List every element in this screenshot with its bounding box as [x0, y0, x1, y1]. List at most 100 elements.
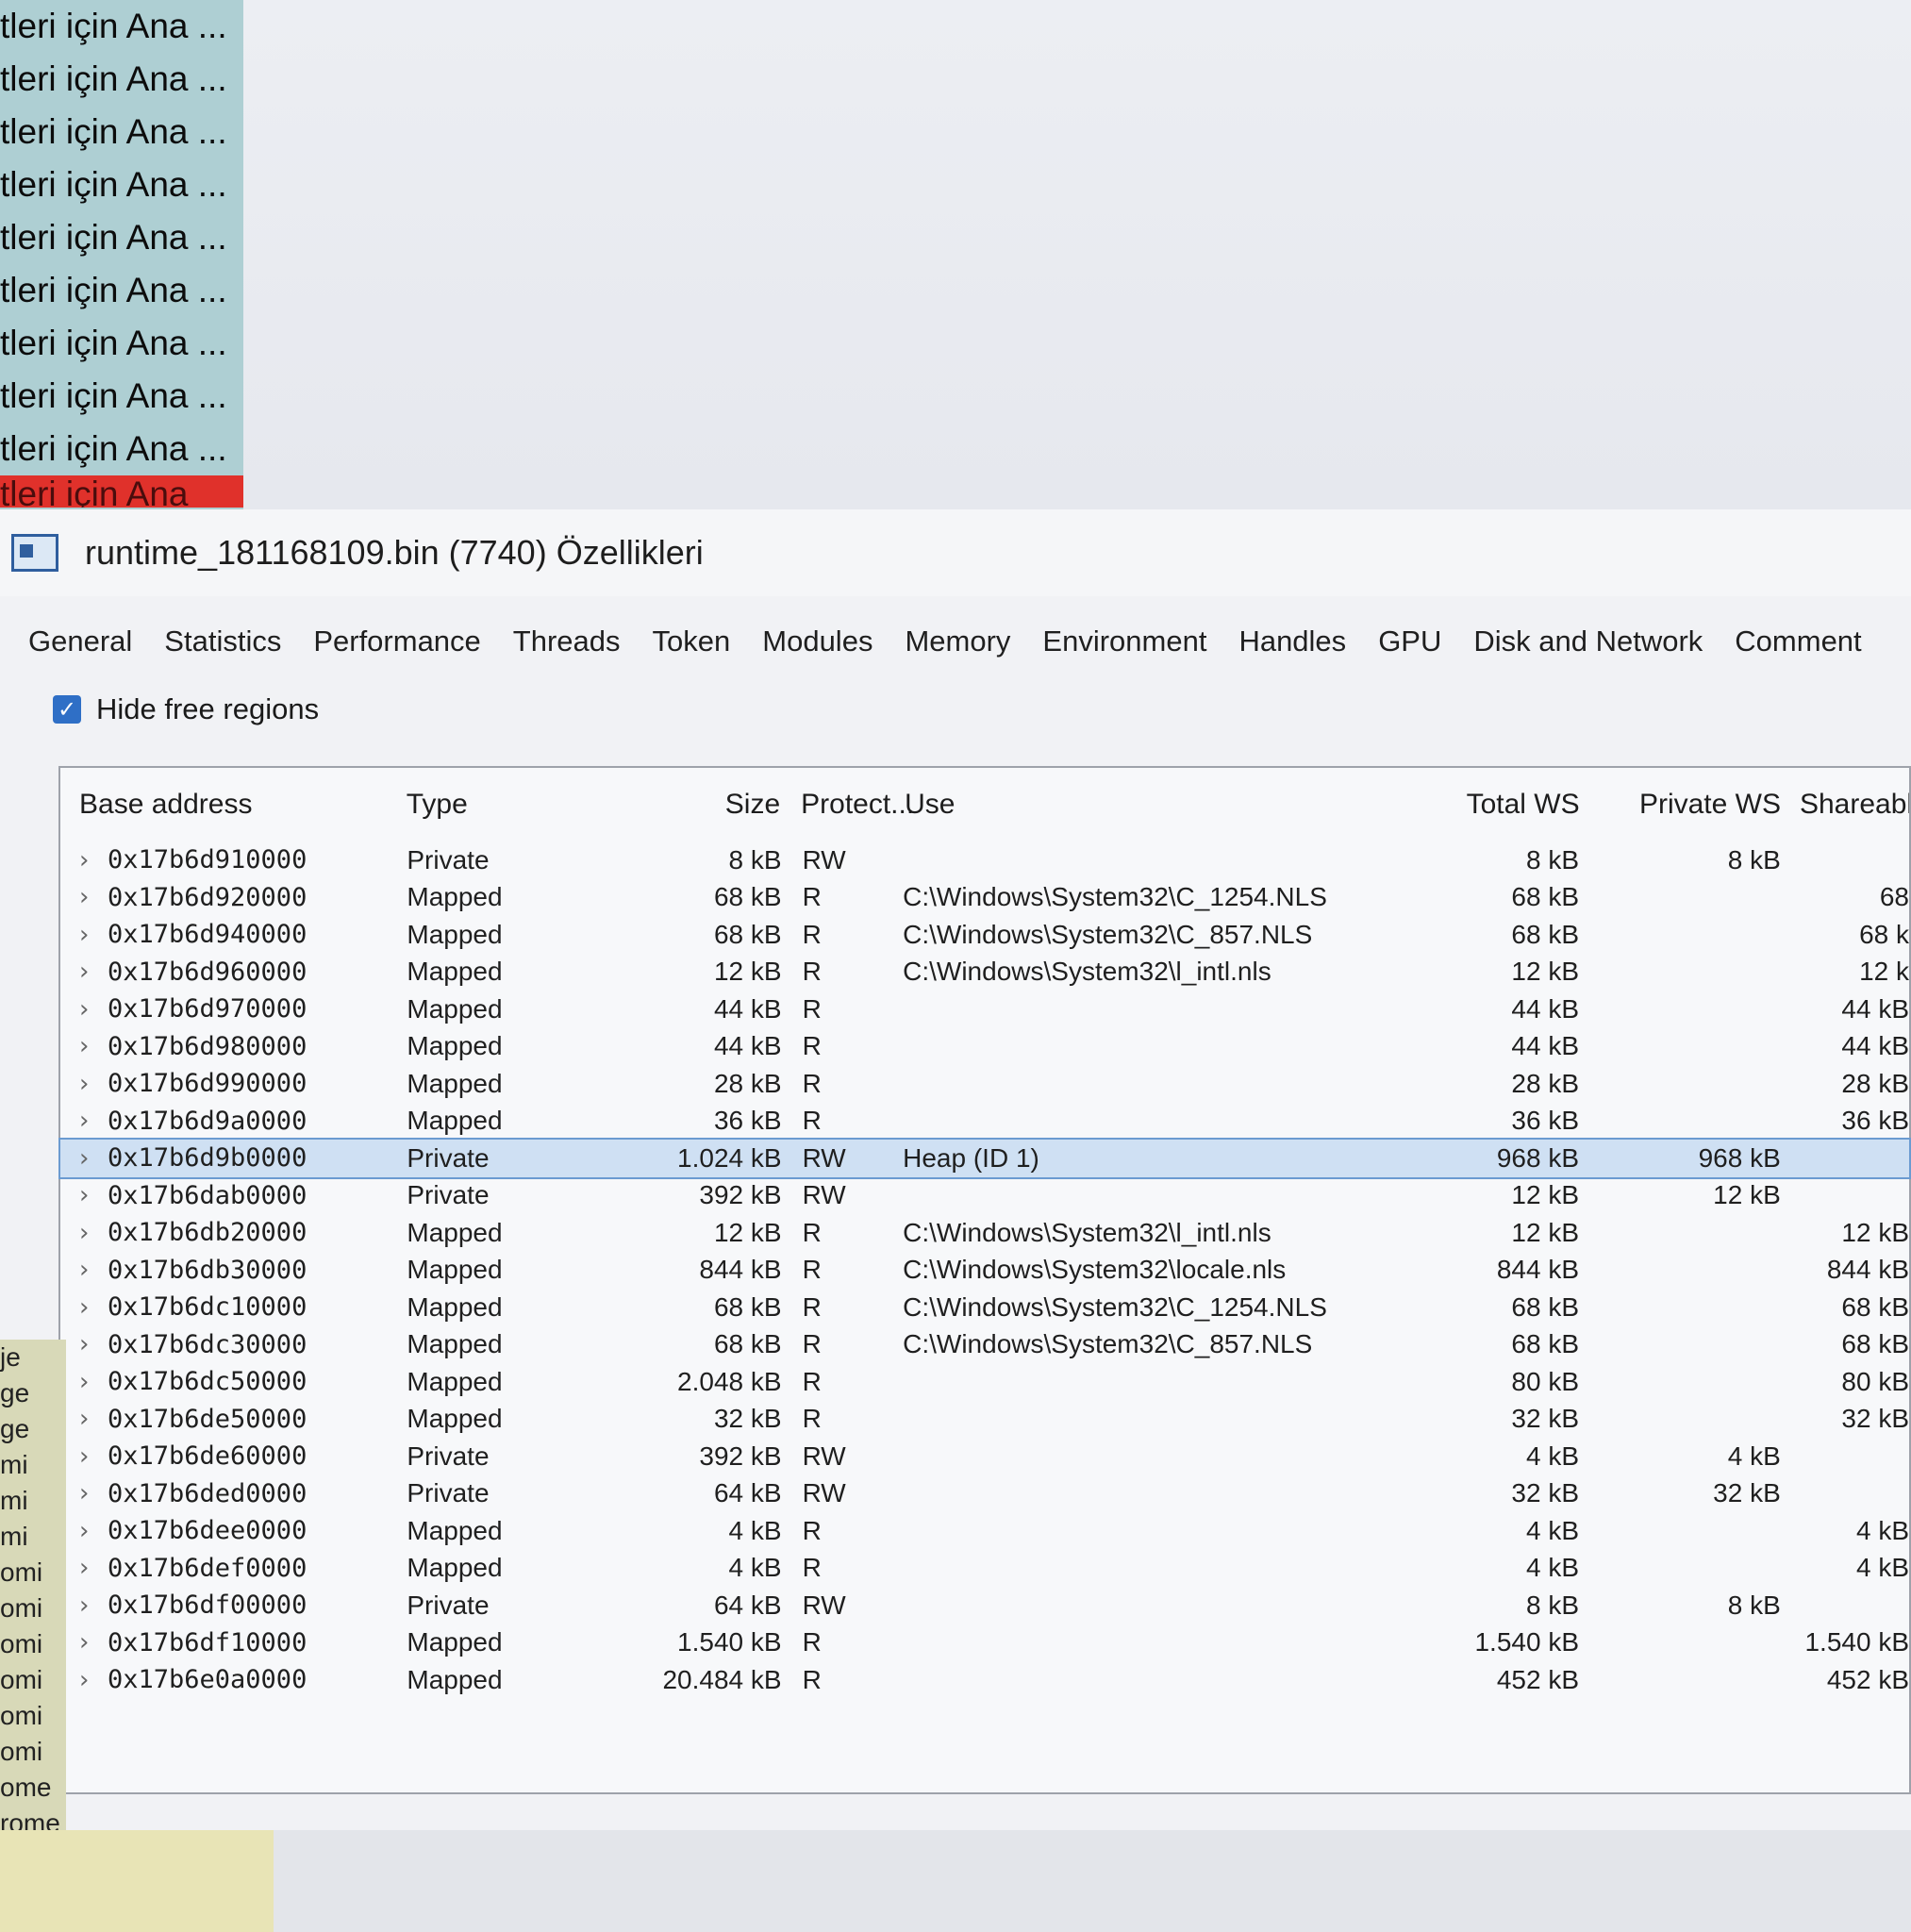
- background-text-fragment: ge: [0, 1378, 30, 1407]
- cell-base-address: › 0x17b6db30000: [60, 1256, 390, 1285]
- col-type[interactable]: Type: [390, 789, 625, 821]
- cell-protect: R: [802, 957, 822, 987]
- expand-chevron-icon[interactable]: ›: [79, 1293, 108, 1322]
- base-address-value: 0x17b6de50000: [108, 1404, 307, 1434]
- background-process-row: tleri için Ana ...: [0, 271, 227, 309]
- base-address-value: 0x17b6dab0000: [108, 1180, 307, 1210]
- tab-general[interactable]: General: [28, 625, 149, 672]
- tab-threads[interactable]: Threads: [513, 625, 638, 672]
- tab-statistics[interactable]: Statistics: [164, 625, 298, 672]
- cell-use: C:\Windows\System32\l_intl.nls: [903, 1217, 1271, 1247]
- table-row[interactable]: › 0x17b6d990000 Mapped 28 kB R 28 kB 28 kB: [60, 1065, 1909, 1103]
- expand-chevron-icon[interactable]: ›: [79, 1591, 108, 1620]
- expand-chevron-icon[interactable]: ›: [79, 1554, 108, 1582]
- table-row[interactable]: › 0x17b6d910000 Private 8 kB RW 8 kB 8 kB: [60, 841, 1909, 879]
- expand-chevron-icon[interactable]: ›: [79, 921, 108, 949]
- table-row[interactable]: › 0x17b6db20000 Mapped 12 kB R C:\Windows\Sys…: [60, 1214, 1909, 1252]
- cell-base-address: › 0x17b6db20000: [60, 1218, 390, 1247]
- table-row[interactable]: › 0x17b6d980000 Mapped 44 kB R 44 kB 44 kB: [60, 1028, 1909, 1066]
- tab-handles[interactable]: Handles: [1238, 625, 1363, 672]
- cell-type: Mapped: [407, 1031, 503, 1061]
- expand-chevron-icon[interactable]: ›: [79, 1256, 108, 1284]
- table-row[interactable]: › 0x17b6dc30000 Mapped 68 kB R C:\Windows\Sys…: [60, 1326, 1909, 1364]
- col-total-ws[interactable]: Total WS: [1379, 789, 1599, 821]
- cell-size: 68 kB: [713, 1329, 782, 1359]
- table-row[interactable]: › 0x17b6e0a0000 Mapped 20.484 kB R 452 kB 452 …: [60, 1661, 1909, 1699]
- expand-chevron-icon[interactable]: ›: [79, 1442, 108, 1471]
- tab-memory[interactable]: Memory: [905, 625, 1027, 672]
- table-row[interactable]: › 0x17b6de50000 Mapped 32 kB R 32 kB 32 kB: [60, 1401, 1909, 1439]
- table-row[interactable]: › 0x17b6dc10000 Mapped 68 kB R C:\Windows\Sys…: [60, 1289, 1909, 1326]
- expand-chevron-icon[interactable]: ›: [79, 1628, 108, 1657]
- col-use[interactable]: Use: [905, 789, 1379, 821]
- cell-protect: R: [802, 1515, 822, 1545]
- table-row[interactable]: › 0x17b6d970000 Mapped 44 kB R 44 kB 44 kB: [60, 991, 1909, 1028]
- expand-chevron-icon[interactable]: ›: [79, 1219, 108, 1247]
- table-row[interactable]: › 0x17b6d9b0000 Private 1.024 kB RW Heap (ID …: [58, 1138, 1911, 1179]
- background-process-row: tleri için Ana ...: [0, 165, 227, 204]
- tab-modules[interactable]: Modules: [762, 625, 889, 672]
- cell-type: Mapped: [407, 1627, 503, 1657]
- cell-size: 844 kB: [699, 1255, 782, 1285]
- table-row[interactable]: › 0x17b6dab0000 Private 392 kB RW 12 kB 12 kB: [60, 1177, 1909, 1215]
- expand-chevron-icon[interactable]: ›: [79, 883, 108, 911]
- col-private-ws[interactable]: Private WS: [1599, 789, 1800, 821]
- cell-shareable: 36 kB: [1841, 1106, 1909, 1136]
- cell-size: 12 kB: [713, 1217, 782, 1247]
- table-row[interactable]: › 0x17b6df00000 Private 64 kB RW 8 kB 8 kB: [60, 1587, 1909, 1624]
- col-protect[interactable]: Protect...: [801, 789, 914, 821]
- table-row[interactable]: › 0x17b6d9a0000 Mapped 36 kB R 36 kB 36 kB: [60, 1103, 1909, 1141]
- tab-disk-and-network[interactable]: Disk and Network: [1473, 625, 1720, 672]
- col-base-address[interactable]: Base address: [60, 789, 390, 821]
- base-address-value: 0x17b6d960000: [108, 957, 307, 987]
- table-row[interactable]: › 0x17b6db30000 Mapped 844 kB R C:\Windows\Sy…: [60, 1252, 1909, 1290]
- expand-chevron-icon[interactable]: ›: [79, 1070, 108, 1098]
- base-address-value: 0x17b6d990000: [108, 1069, 307, 1099]
- col-size[interactable]: Size: [625, 789, 801, 821]
- tab-performance[interactable]: Performance: [313, 625, 497, 672]
- cell-base-address: › 0x17b6d920000: [60, 883, 390, 912]
- cell-protect: R: [802, 1217, 822, 1247]
- cell-type: Private: [407, 1478, 490, 1508]
- table-row[interactable]: › 0x17b6ded0000 Private 64 kB RW 32 kB 32 kB: [60, 1475, 1909, 1513]
- expand-chevron-icon[interactable]: ›: [79, 1517, 108, 1545]
- cell-type: Mapped: [407, 919, 503, 949]
- background-pane: [243, 0, 1911, 509]
- cell-base-address: › 0x17b6d910000: [60, 845, 390, 874]
- table-row[interactable]: › 0x17b6d960000 Mapped 12 kB R C:\Windows\Sys…: [60, 954, 1909, 991]
- expand-chevron-icon[interactable]: ›: [79, 958, 108, 986]
- cell-protect: RW: [802, 1142, 846, 1173]
- base-address-value: 0x17b6d9a0000: [108, 1106, 307, 1136]
- tab-gpu[interactable]: GPU: [1378, 625, 1458, 672]
- expand-chevron-icon[interactable]: ›: [79, 1144, 108, 1173]
- table-row[interactable]: › 0x17b6df10000 Mapped 1.540 kB R 1.540 kB 1.5…: [60, 1624, 1909, 1662]
- expand-chevron-icon[interactable]: ›: [79, 995, 108, 1024]
- cell-type: Private: [407, 1590, 490, 1620]
- table-row[interactable]: › 0x17b6d920000 Mapped 68 kB R C:\Windows\Sys…: [60, 879, 1909, 917]
- hide-free-regions-checkbox[interactable]: ✓: [53, 695, 81, 724]
- cell-protect: R: [802, 1404, 822, 1434]
- expand-chevron-icon[interactable]: ›: [79, 1666, 108, 1694]
- expand-chevron-icon[interactable]: ›: [79, 846, 108, 874]
- expand-chevron-icon[interactable]: ›: [79, 1368, 108, 1396]
- background-process-row: tleri için Ana ...: [0, 324, 227, 362]
- expand-chevron-icon[interactable]: ›: [79, 1107, 108, 1135]
- expand-chevron-icon[interactable]: ›: [79, 1405, 108, 1433]
- table-row[interactable]: › 0x17b6dee0000 Mapped 4 kB R 4 kB 4 kB: [60, 1512, 1909, 1550]
- table-row[interactable]: › 0x17b6dc50000 Mapped 2.048 kB R 80 kB 80 kB: [60, 1363, 1909, 1401]
- tab-comment[interactable]: Comment: [1735, 625, 1878, 672]
- table-row[interactable]: › 0x17b6de60000 Private 392 kB RW 4 kB 4 kB: [60, 1438, 1909, 1475]
- tab-token[interactable]: Token: [653, 625, 748, 672]
- table-row[interactable]: › 0x17b6d940000 Mapped 68 kB R C:\Windows\Sys…: [60, 916, 1909, 954]
- cell-size: 32 kB: [713, 1404, 782, 1434]
- table-row[interactable]: › 0x17b6def0000 Mapped 4 kB R 4 kB 4 kB: [60, 1550, 1909, 1588]
- cell-protect: RW: [802, 1180, 846, 1210]
- cell-total-ws: 8 kB: [1525, 844, 1579, 874]
- tab-environment[interactable]: Environment: [1042, 625, 1223, 672]
- expand-chevron-icon[interactable]: ›: [79, 1181, 108, 1209]
- expand-chevron-icon[interactable]: ›: [79, 1479, 108, 1507]
- expand-chevron-icon[interactable]: ›: [79, 1330, 108, 1358]
- col-shareable[interactable]: Shareable: [1800, 789, 1909, 821]
- cell-total-ws: 4 kB: [1525, 1441, 1579, 1471]
- expand-chevron-icon[interactable]: ›: [79, 1032, 108, 1060]
